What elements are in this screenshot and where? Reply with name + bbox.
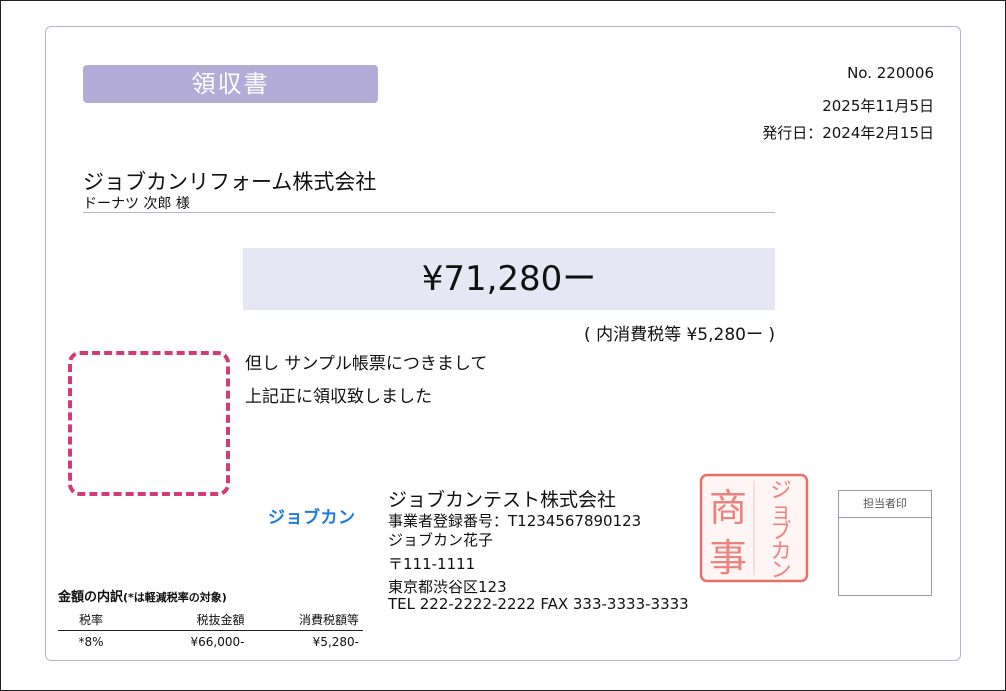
- receipt-date: 2025年11月5日: [822, 97, 934, 115]
- revenue-stamp-area: [68, 351, 230, 496]
- breakdown-header-net: 税抜金額: [124, 609, 249, 631]
- breakdown-header-tax: 消費税額等: [248, 609, 363, 631]
- receipt-number: No. 220006: [847, 64, 934, 82]
- recipient-company: ジョブカンリフォーム株式会社: [83, 170, 377, 194]
- breakdown-title: 金額の内訳(*は軽減税率の対象): [58, 586, 227, 605]
- breakdown-header-rate: 税率: [58, 609, 125, 631]
- memo-line-2: 上記正に領収致しました: [245, 387, 432, 407]
- seal-right-char-5: ン: [771, 558, 792, 582]
- recipient-underline: [83, 212, 775, 213]
- company-logo: ジョブカン: [268, 508, 356, 528]
- breakdown-cell-rate: *8%: [78, 635, 104, 649]
- breakdown-cell-tax: ¥5,280-: [312, 635, 359, 649]
- issuer-postal: 〒111-1111: [388, 555, 476, 573]
- breakdown-title-note: (*は軽減税率の対象): [123, 591, 227, 604]
- staff-stamp-label: 担当者印: [839, 491, 931, 518]
- memo-line-1: 但し サンプル帳票につきまして: [245, 354, 488, 374]
- breakdown-table: 税率 税抜金額 消費税額等 *8% ¥66,000- ¥5,280-: [58, 609, 363, 653]
- company-seal-icon: 商 事 ジ ョ ブ カ ン: [699, 473, 809, 583]
- breakdown-title-text: 金額の内訳: [58, 590, 124, 605]
- issuer-address: 東京都渋谷区123: [388, 578, 507, 596]
- tax-note: ( 内消費税等 ¥5,280ー ): [584, 325, 775, 345]
- breakdown-cell-net: ¥66,000-: [190, 635, 245, 649]
- seal-left-char-2: 事: [709, 536, 747, 580]
- total-amount: ¥71,280ー: [243, 248, 775, 310]
- issuer-contact: TEL 222-2222-2222 FAX 333-3333-3333: [388, 595, 689, 613]
- seal-left-char-1: 商: [709, 486, 747, 530]
- breakdown-header-row: 税率 税抜金額 消費税額等: [58, 609, 363, 631]
- issuer-person: ジョブカン花子: [388, 531, 494, 549]
- issuer-registration: 事業者登録番号：T1234567890123: [388, 512, 642, 530]
- recipient-person: ドーナツ 次郎 様: [83, 196, 190, 212]
- table-row: *8% ¥66,000- ¥5,280-: [58, 631, 363, 654]
- issuer-company: ジョブカンテスト株式会社: [388, 489, 617, 511]
- staff-stamp-box: 担当者印: [838, 490, 932, 596]
- receipt-title: 領収書: [83, 65, 378, 103]
- issue-date: 発行日：2024年2月15日: [762, 124, 934, 142]
